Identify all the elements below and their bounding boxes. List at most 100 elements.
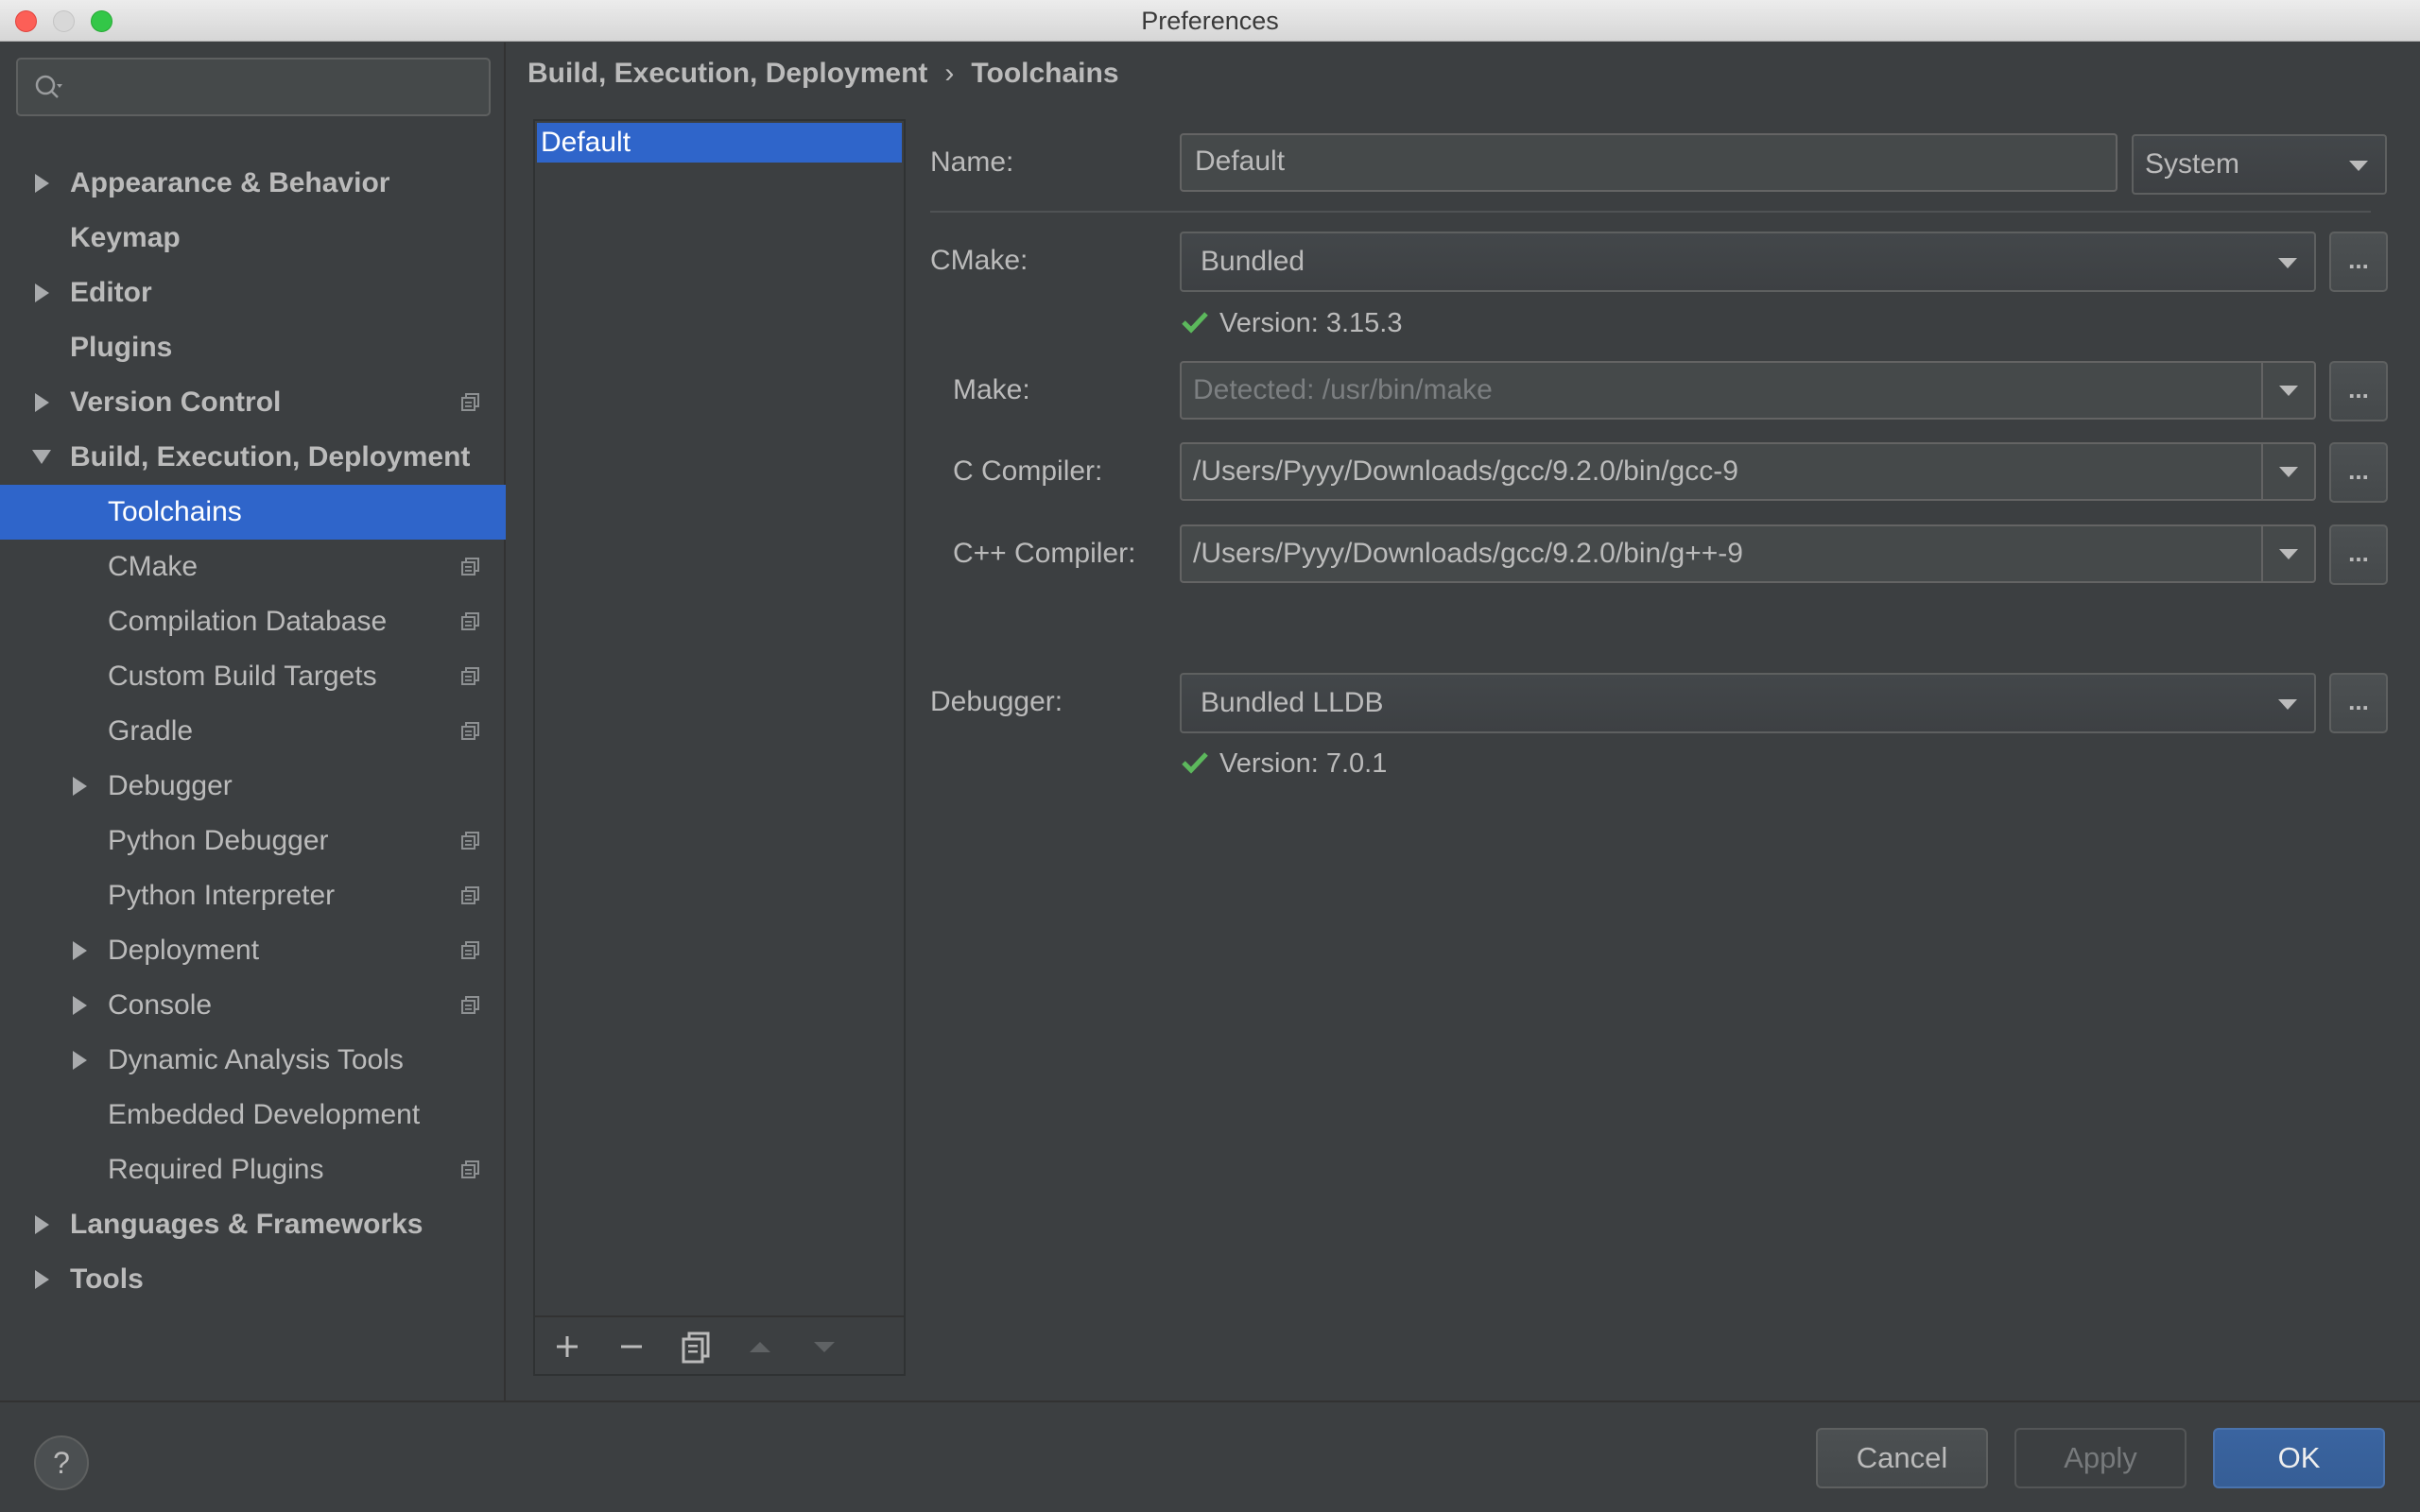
debugger-browse-button[interactable]: ... [2329, 673, 2388, 733]
project-level-icon [461, 667, 479, 685]
collapsed-arrow-icon[interactable] [30, 266, 53, 320]
sidebar-item-custom-build-targets[interactable]: Custom Build Targets [0, 649, 506, 704]
toolchain-list-item[interactable]: Default [537, 123, 902, 163]
cmake-dropdown[interactable]: Bundled [1180, 232, 2316, 292]
c-compiler-label: C Compiler: [953, 455, 1103, 487]
sidebar-item-label: Debugger [108, 770, 233, 801]
project-level-icon [461, 886, 479, 904]
project-level-icon [461, 612, 479, 630]
c-compiler-browse-button[interactable]: ... [2329, 442, 2388, 503]
c-compiler-dropdown-button[interactable] [2261, 444, 2314, 499]
sidebar-item-label: Editor [70, 277, 152, 308]
collapsed-arrow-icon[interactable] [30, 375, 53, 430]
make-placeholder: Detected: /usr/bin/make [1193, 374, 1493, 405]
sidebar-item-label: Languages & Frameworks [70, 1209, 424, 1240]
sidebar-item-label: Plugins [70, 332, 173, 363]
sidebar-item-keymap[interactable]: Keymap [0, 211, 506, 266]
sidebar-item-appearance-behavior[interactable]: Appearance & Behavior [0, 156, 506, 211]
sidebar-item-dynamic-analysis-tools[interactable]: Dynamic Analysis Tools [0, 1033, 506, 1088]
cpp-compiler-field[interactable]: /Users/Pyyy/Downloads/gcc/9.2.0/bin/g++-… [1180, 524, 2316, 583]
help-button[interactable]: ? [34, 1435, 89, 1490]
chevron-down-icon [2278, 699, 2297, 710]
chevron-down-icon [2279, 386, 2298, 396]
project-level-icon [461, 941, 479, 959]
collapsed-arrow-icon[interactable] [68, 759, 91, 814]
name-field[interactable]: Default [1180, 133, 2118, 192]
sidebar-item-gradle[interactable]: Gradle [0, 704, 506, 759]
sidebar-item-python-debugger[interactable]: Python Debugger [0, 814, 506, 868]
collapsed-arrow-icon[interactable] [68, 978, 91, 1033]
sidebar-item-languages-frameworks[interactable]: Languages & Frameworks [0, 1197, 506, 1252]
cmake-value: Bundled [1201, 246, 1305, 277]
sidebar-item-console[interactable]: Console [0, 978, 506, 1033]
breadcrumb-current: Toolchains [971, 58, 1119, 89]
sidebar-item-label: Python Debugger [108, 825, 329, 856]
arrow-up-icon [750, 1342, 770, 1352]
make-dropdown-button[interactable] [2261, 363, 2314, 418]
dialog-button-bar: ? Cancel Apply OK [0, 1400, 2420, 1512]
collapsed-arrow-icon[interactable] [30, 1252, 53, 1307]
ok-button[interactable]: OK [2213, 1428, 2385, 1488]
project-level-icon [461, 722, 479, 740]
cpp-compiler-dropdown-button[interactable] [2261, 526, 2314, 581]
collapsed-arrow-icon[interactable] [30, 156, 53, 211]
form-divider [930, 211, 2371, 213]
plus-icon[interactable] [550, 1330, 584, 1364]
project-level-icon [461, 393, 479, 411]
sidebar-item-cmake[interactable]: CMake [0, 540, 506, 594]
project-level-icon [461, 1160, 479, 1178]
cmake-browse-button[interactable]: ... [2329, 232, 2388, 292]
make-field[interactable]: Detected: /usr/bin/make [1180, 361, 2316, 420]
project-level-icon [461, 996, 479, 1014]
sidebar-item-python-interpreter[interactable]: Python Interpreter [0, 868, 506, 923]
settings-search-box[interactable] [16, 58, 491, 116]
sidebar-item-label: CMake [108, 551, 199, 582]
chevron-down-icon [2279, 549, 2298, 559]
toolchain-list: Default [533, 119, 906, 1376]
sidebar-item-label: Deployment [108, 935, 260, 966]
collapsed-arrow-icon[interactable] [30, 1197, 53, 1252]
breadcrumb-parent[interactable]: Build, Execution, Deployment [527, 58, 927, 89]
copy-icon[interactable] [679, 1330, 713, 1364]
collapsed-arrow-icon[interactable] [68, 1033, 91, 1088]
sidebar-item-debugger[interactable]: Debugger [0, 759, 506, 814]
sidebar-item-embedded-development[interactable]: Embedded Development [0, 1088, 506, 1143]
sidebar-item-plugins[interactable]: Plugins [0, 320, 506, 375]
sidebar-item-version-control[interactable]: Version Control [0, 375, 506, 430]
sidebar-item-deployment[interactable]: Deployment [0, 923, 506, 978]
c-compiler-field[interactable]: /Users/Pyyy/Downloads/gcc/9.2.0/bin/gcc-… [1180, 442, 2316, 501]
expanded-arrow-icon[interactable] [30, 430, 53, 485]
sidebar-item-label: Compilation Database [108, 606, 388, 637]
sidebar-item-label: Gradle [108, 715, 194, 747]
make-label: Make: [953, 374, 1030, 405]
cmake-version-text: Version: 3.15.3 [1219, 308, 1403, 338]
sidebar-item-compilation-database[interactable]: Compilation Database [0, 594, 506, 649]
sidebar-item-required-plugins[interactable]: Required Plugins [0, 1143, 506, 1197]
sidebar-item-label: Appearance & Behavior [70, 167, 390, 198]
sidebar-item-editor[interactable]: Editor [0, 266, 506, 320]
name-label: Name: [930, 146, 1014, 178]
breadcrumb: Build, Execution, Deployment › Toolchains [527, 52, 1119, 95]
sidebar-item-label: Tools [70, 1263, 144, 1295]
chevron-down-icon [2279, 467, 2298, 477]
minus-icon[interactable] [614, 1330, 648, 1364]
debugger-value: Bundled LLDB [1201, 687, 1384, 718]
project-level-icon [461, 832, 479, 850]
chevron-down-icon [2349, 161, 2368, 171]
cancel-button[interactable]: Cancel [1816, 1428, 1988, 1488]
sidebar-item-toolchains[interactable]: Toolchains [0, 485, 506, 540]
make-browse-button[interactable]: ... [2329, 361, 2388, 421]
debugger-dropdown[interactable]: Bundled LLDB [1180, 673, 2316, 733]
apply-button[interactable]: Apply [2014, 1428, 2187, 1488]
sidebar-item-build-execution-deployment[interactable]: Build, Execution, Deployment [0, 430, 506, 485]
cpp-compiler-browse-button[interactable]: ... [2329, 524, 2388, 585]
settings-search-input[interactable] [77, 67, 474, 109]
window-title: Preferences [1141, 7, 1279, 35]
collapsed-arrow-icon[interactable] [68, 923, 91, 978]
check-icon [1182, 312, 1208, 334]
environment-dropdown[interactable]: System [2132, 134, 2387, 195]
sidebar-item-tools[interactable]: Tools [0, 1252, 506, 1307]
breadcrumb-separator: › [944, 58, 955, 89]
sidebar-item-label: Keymap [70, 222, 181, 253]
sidebar-item-label: Embedded Development [108, 1099, 421, 1130]
